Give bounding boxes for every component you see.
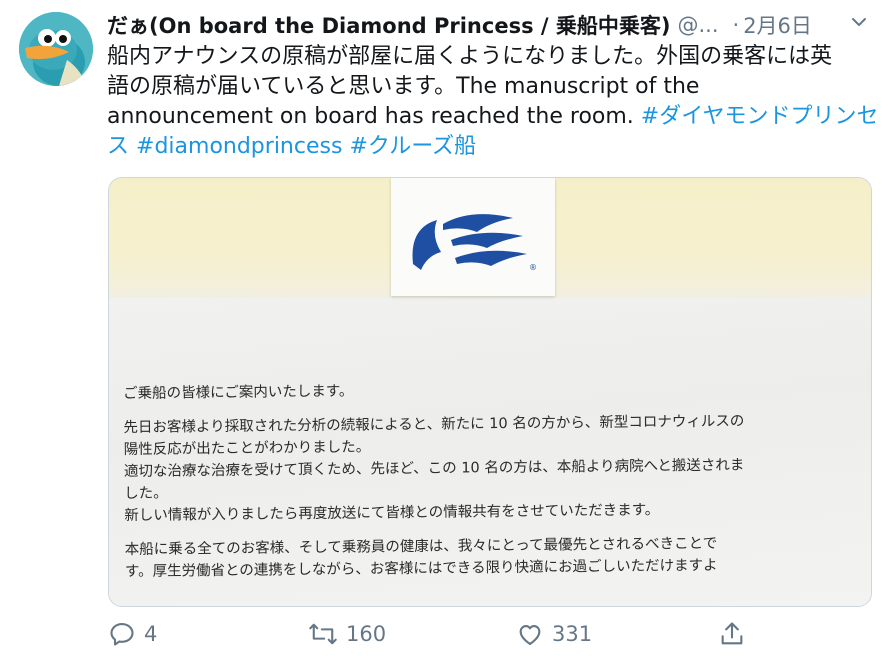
tweet-text-fragment: announcement on board has reached the ro…: [107, 104, 641, 129]
logo-card: ®: [391, 178, 555, 296]
tweet-text-line: announcement on board has reached the ro…: [107, 102, 879, 132]
user-handle[interactable]: @...: [677, 13, 718, 37]
reply-count: 4: [144, 622, 158, 646]
tweet-text-line: ス #diamondprincess #クルーズ船: [107, 132, 867, 162]
retweet-button[interactable]: 160: [308, 620, 386, 648]
share-button[interactable]: [718, 620, 746, 648]
retweet-count: 160: [346, 622, 387, 646]
registered-mark: ®: [529, 263, 537, 272]
tweet-text: 船内アナウンスの原稿が部屋に届くようになりました。外国の乗客には英 語の原稿が届…: [107, 42, 879, 162]
chevron-down-icon[interactable]: [849, 12, 869, 32]
hashtag-cruise-ship[interactable]: #クルーズ船: [349, 134, 476, 159]
like-count: 331: [552, 622, 593, 646]
display-name[interactable]: だぁ(On board the Diamond Princess / 乗船中乗客…: [107, 10, 670, 40]
like-button[interactable]: 331: [516, 620, 592, 648]
tweet: だぁ(On board the Diamond Princess / 乗船中乗客…: [0, 0, 888, 660]
hashtag-diamondprincess[interactable]: #diamondprincess: [136, 134, 342, 159]
princess-logo: ®: [412, 214, 537, 272]
avatar[interactable]: [19, 12, 93, 86]
tweet-header: だぁ(On board the Diamond Princess / 乗船中乗客…: [107, 10, 867, 40]
tweet-date[interactable]: 2月6日: [743, 10, 812, 40]
announcement-letter: ご乗船の皆様にご案内いたします。 先日お客様より採取された分析の続報によると、新…: [123, 375, 865, 583]
action-bar: 4 160 331: [108, 620, 868, 652]
tweet-text-line: 語の原稿が届いていると思います。The manuscript of the: [107, 74, 700, 99]
hashtag-diamond-princess-jp[interactable]: #ダイヤモンドプリンセ: [641, 104, 879, 129]
reply-icon: [110, 623, 134, 646]
tweet-text-line: 船内アナウンスの原稿が部屋に届くようになりました。外国の乗客には英: [107, 44, 833, 69]
retweet-icon: [309, 623, 337, 645]
reply-button[interactable]: 4: [108, 620, 157, 648]
hashtag-diamond-princess-jp-cont[interactable]: ス: [107, 134, 129, 159]
separator-dot: ·: [732, 13, 740, 37]
avatar-image: [19, 12, 93, 86]
tweet-photo[interactable]: ® ご乗船の皆様にご案内いたします。 先日お客様より採取された分析の続報によると…: [108, 177, 872, 607]
like-icon: [519, 625, 541, 645]
share-icon: [721, 622, 743, 645]
